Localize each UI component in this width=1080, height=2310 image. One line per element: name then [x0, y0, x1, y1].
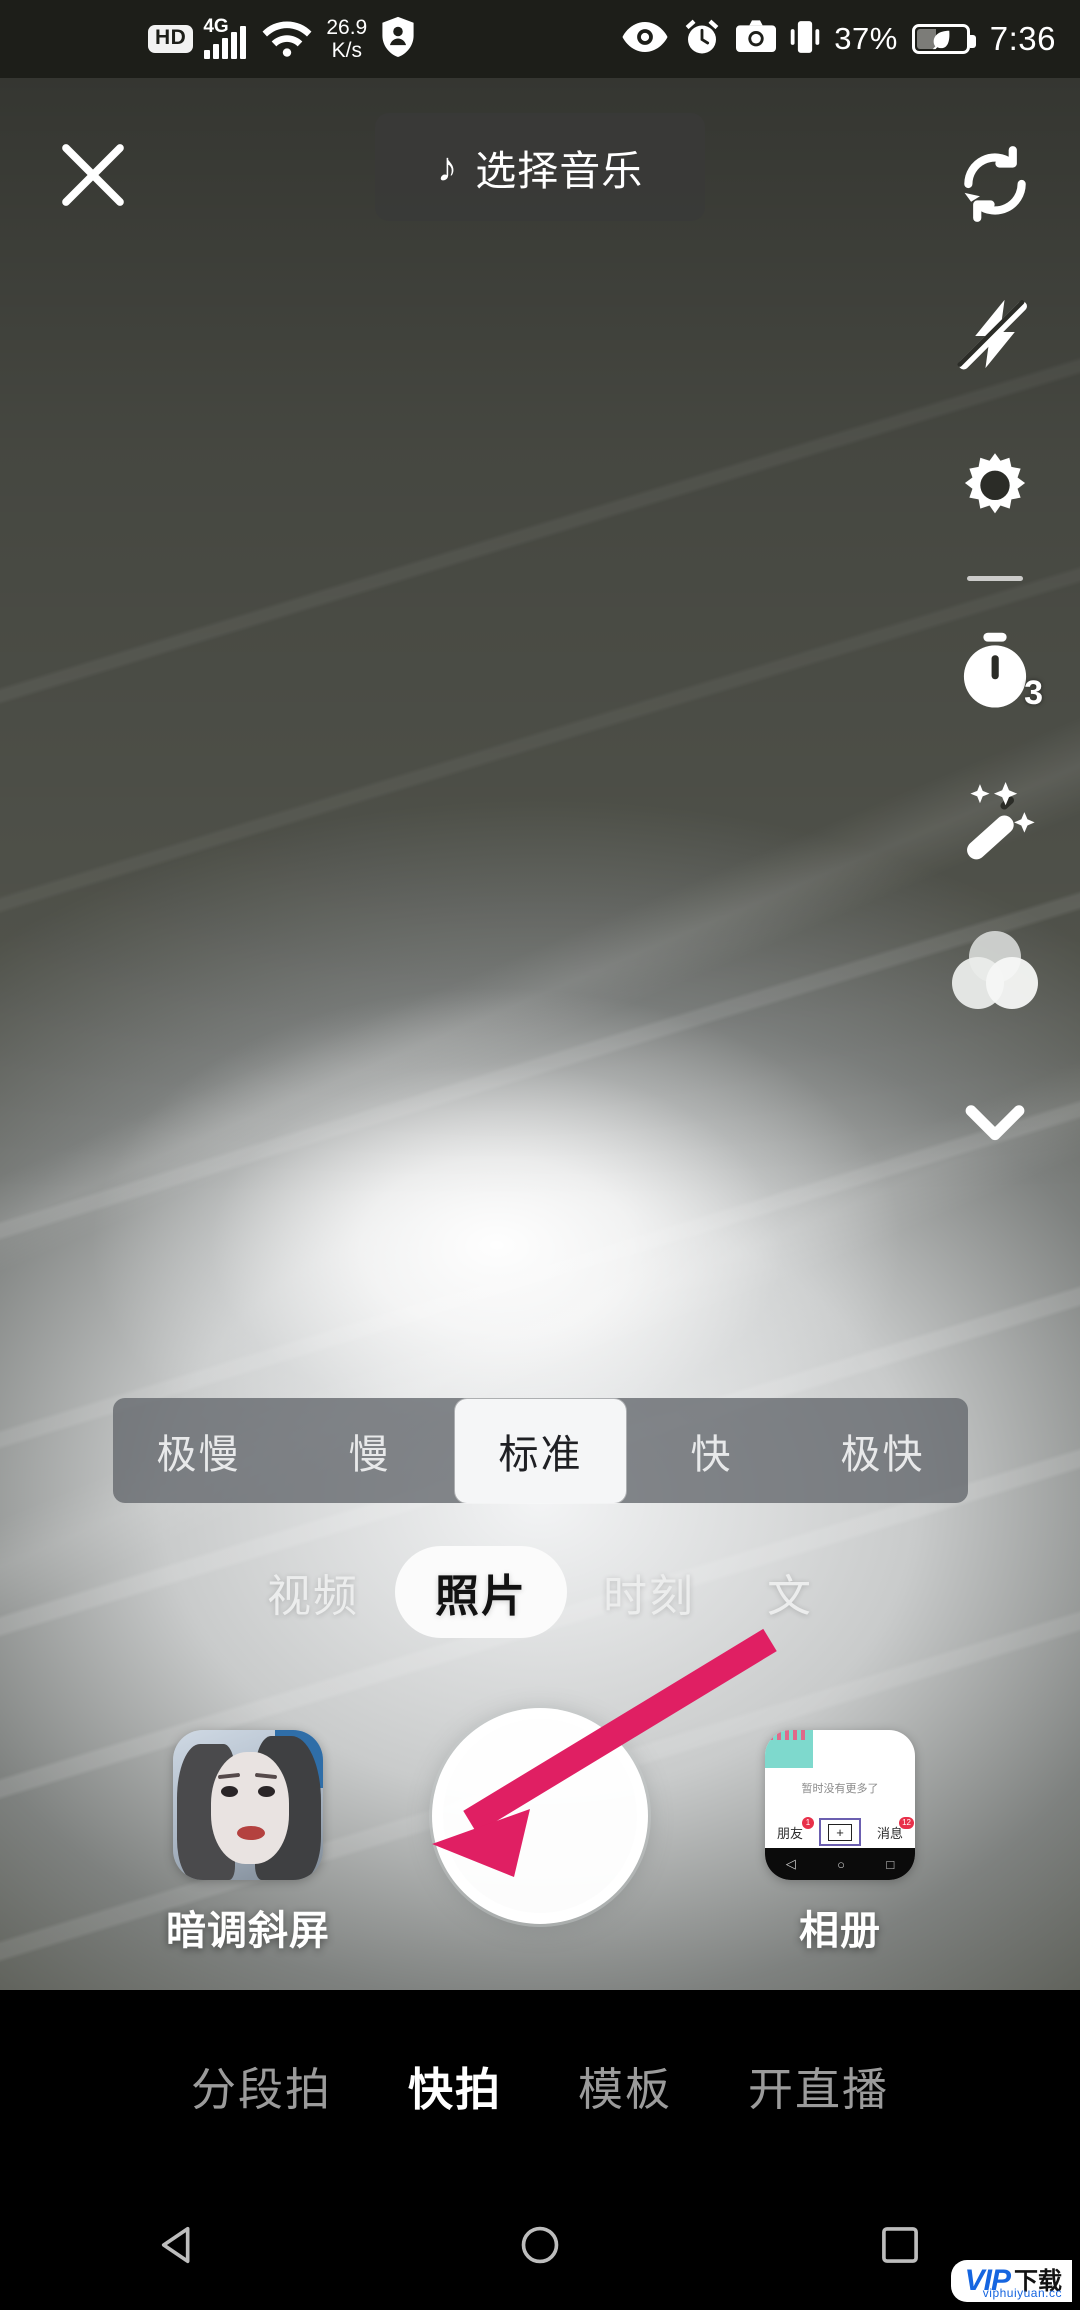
speed-option-1[interactable]: 慢 [284, 1398, 455, 1503]
clock: 7:36 [989, 20, 1056, 57]
effect-button[interactable]: 暗调斜屏 [143, 1730, 353, 1956]
shutter-button[interactable] [432, 1708, 648, 1924]
watermark-url: viphuiyuan.cc [982, 2286, 1062, 2300]
album-thumb-badge-right: 12 [899, 1816, 914, 1829]
wifi-icon [260, 17, 314, 62]
battery-percent: 37% [834, 21, 898, 56]
timer-icon[interactable]: 3 [931, 607, 1059, 735]
flash-off-icon[interactable] [931, 270, 1059, 398]
close-button[interactable] [48, 130, 138, 220]
shield-icon [379, 15, 417, 64]
recents-square-icon[interactable] [840, 2205, 960, 2285]
tab-video[interactable]: 视频 [231, 1560, 395, 1624]
album-button[interactable]: 暂时没有更多了 朋友 1 + 消息 12 ◁ ○ □ 相册 [735, 1730, 945, 1956]
back-triangle-icon[interactable] [120, 2205, 240, 2285]
nav-segmented[interactable]: 分段拍 [153, 2053, 370, 2118]
album-thumb-badge-left: 1 [802, 1816, 814, 1829]
album-label: 相册 [799, 1909, 881, 1953]
album-thumb-note: 暂时没有更多了 [801, 1783, 879, 1795]
capture-row: 暗调斜屏 暂时没有更多了 朋友 1 + 消息 12 ◁ ○ □ 相册 [0, 1680, 1080, 1980]
magic-wand-icon[interactable] [931, 757, 1059, 885]
speed-selector: 极慢 慢 标准 快 极快 [113, 1398, 968, 1503]
speed-option-4[interactable]: 极快 [797, 1398, 968, 1503]
hd-badge: HD [148, 25, 194, 53]
tab-photo[interactable]: 照片 [395, 1546, 567, 1638]
status-bar-right: 37% 7:36 [622, 17, 1056, 62]
nav-template[interactable]: 模板 [540, 2053, 710, 2118]
battery-saver-leaf-icon [911, 24, 976, 54]
timer-badge: 3 [1024, 674, 1043, 712]
effect-thumbnail [173, 1730, 323, 1880]
phone-screen: HD 4G 26.9 K/s 37% 7:36 ♪ 选择音乐 3 极慢 慢 标准… [0, 0, 1080, 2310]
speed-option-2[interactable]: 标准 [455, 1398, 626, 1503]
album-thumb-tab-right: 消息 12 [877, 1816, 914, 1842]
rail-divider [967, 576, 1023, 581]
camera-icon [736, 19, 777, 59]
select-music-label: 选择音乐 [475, 148, 644, 194]
tab-text[interactable]: 文 [731, 1560, 849, 1624]
speed-option-3[interactable]: 快 [626, 1398, 797, 1503]
eye-icon [622, 21, 668, 57]
network-speed: 26.9 K/s [326, 16, 368, 62]
capture-mode-tabs: 视频 照片 时刻 文 [0, 1537, 1080, 1647]
album-thumb-navbar: ◁ ○ □ [765, 1848, 915, 1880]
chevron-down-icon[interactable] [931, 1057, 1059, 1185]
tab-moment[interactable]: 时刻 [567, 1560, 731, 1624]
home-circle-icon[interactable] [480, 2205, 600, 2285]
filter-circles-icon[interactable] [931, 907, 1059, 1035]
status-bar: HD 4G 26.9 K/s 37% 7:36 [0, 0, 1080, 78]
status-bar-left: HD 4G 26.9 K/s [148, 15, 417, 64]
android-nav-bar [0, 2180, 1080, 2310]
flip-camera-icon[interactable] [931, 120, 1059, 248]
gear-icon[interactable] [931, 420, 1059, 548]
album-thumb-plus: + [818, 1818, 861, 1846]
camera-tools-rail: 3 [910, 120, 1080, 1185]
signal-bars-icon: 4G [203, 16, 247, 59]
watermark: VIP 下载 viphuiyuan.cc [950, 2260, 1072, 2302]
select-music-button[interactable]: ♪ 选择音乐 [375, 113, 705, 221]
album-thumb-tab-left: 朋友 1 [777, 1816, 814, 1842]
nav-live[interactable]: 开直播 [710, 2053, 927, 2118]
vibrate-icon [790, 18, 820, 61]
bottom-capture-nav: 分段拍 快拍 模板 开直播 [0, 1990, 1080, 2180]
music-note-icon: ♪ [436, 143, 458, 190]
speed-option-0[interactable]: 极慢 [113, 1398, 284, 1503]
effect-label: 暗调斜屏 [166, 1909, 330, 1953]
alarm-icon [682, 17, 722, 62]
album-thumbnail: 暂时没有更多了 朋友 1 + 消息 12 ◁ ○ □ [765, 1730, 915, 1880]
nav-quick[interactable]: 快拍 [370, 2053, 540, 2118]
